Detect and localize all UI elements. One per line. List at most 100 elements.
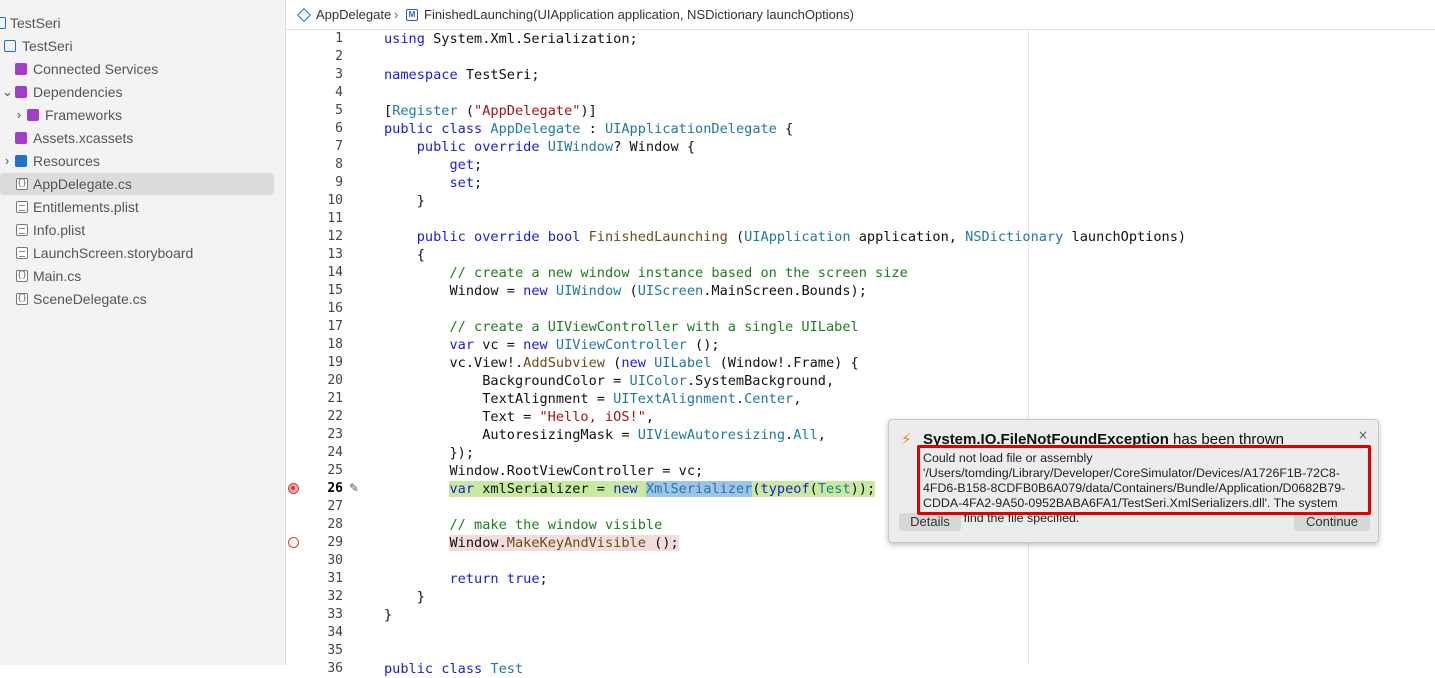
- code-line: AutoresizingMask = UIViewAutoresizing.Al…: [384, 427, 826, 443]
- line-number: 31: [327, 571, 343, 586]
- line-number: 11: [327, 211, 343, 226]
- assets-icon: [15, 132, 27, 144]
- line-number: 24: [327, 445, 343, 460]
- tree-item-info-plist[interactable]: Info.plist: [0, 219, 274, 241]
- line-number: 34: [327, 625, 343, 640]
- breadcrumb: AppDelegate › M FinishedLaunching(UIAppl…: [286, 0, 1435, 30]
- line-number: 4: [335, 85, 343, 100]
- tree-item-frameworks[interactable]: › Frameworks: [0, 104, 274, 126]
- tree-item-dependencies[interactable]: ⌄ Dependencies: [0, 81, 274, 103]
- chevron-down-icon[interactable]: ⌄: [2, 81, 13, 103]
- code-editor[interactable]: using System.Xml.Serialization; namespac…: [384, 30, 1384, 677]
- line-number: 9: [335, 175, 343, 190]
- code-file-icon: {}: [16, 178, 28, 190]
- chevron-right-icon[interactable]: ›: [2, 150, 12, 172]
- plist-file-icon: [16, 224, 28, 236]
- code-file-icon: {}: [16, 293, 28, 305]
- line-number: 18: [327, 337, 343, 352]
- storyboard-file-icon: [16, 247, 28, 259]
- code-line: Text = "Hello, iOS!",: [384, 409, 655, 425]
- line-number: 27: [327, 499, 343, 514]
- line-number: 6: [335, 121, 343, 136]
- solution-explorer: TestSeri TestSeri Connected Services ⌄ D…: [0, 0, 286, 665]
- current-statement-icon: ✎: [349, 481, 360, 495]
- line-number: 7: [335, 139, 343, 154]
- line-number: 13: [327, 247, 343, 262]
- line-number: 8: [335, 157, 343, 172]
- line-number: 28: [327, 517, 343, 532]
- code-line: var vc = new UIViewController ();: [449, 337, 720, 353]
- line-number: 3: [335, 67, 343, 82]
- project-item[interactable]: TestSeri: [0, 35, 274, 57]
- code-line: vc.View!.AddSubview (new UILabel (Window…: [384, 355, 859, 371]
- code-line: // create a UIViewController with a sing…: [449, 319, 859, 335]
- tree-item-launchscreen[interactable]: LaunchScreen.storyboard: [0, 242, 274, 264]
- details-button[interactable]: Details: [899, 513, 961, 531]
- chevron-right-icon[interactable]: ›: [14, 104, 24, 126]
- tree-item-assets[interactable]: Assets.xcassets: [0, 127, 274, 149]
- frameworks-icon: [27, 109, 39, 121]
- code-line: public override bool FinishedLaunching (…: [416, 229, 1187, 245]
- code-line: }: [384, 589, 425, 605]
- line-number: 25: [327, 463, 343, 478]
- continue-button[interactable]: Continue: [1294, 513, 1370, 531]
- code-line: }: [384, 193, 425, 209]
- plist-file-icon: [16, 201, 28, 213]
- line-number: 36: [327, 661, 343, 676]
- code-line-breakpoint: Window.MakeKeyAndVisible ();: [449, 535, 679, 551]
- exception-type: System.IO.FileNotFoundException: [923, 431, 1169, 448]
- line-number: 15: [327, 283, 343, 298]
- breadcrumb-method[interactable]: FinishedLaunching(UIApplication applicat…: [424, 7, 854, 22]
- tree-item-connected-services[interactable]: Connected Services: [0, 58, 274, 80]
- breakpoint-active-icon[interactable]: [288, 483, 299, 494]
- line-number: 21: [327, 391, 343, 406]
- code-line: Window.RootViewController = vc;: [384, 463, 704, 479]
- folder-icon: [15, 155, 27, 167]
- code-line: return true;: [449, 571, 548, 587]
- connected-services-icon: [15, 63, 27, 75]
- editor-gutter[interactable]: 1 2 3 4 5 6 7 8 9 10 11 12 13 14 15 16 17 18 19 20 21 22 23 24 2…: [286, 30, 366, 676]
- breadcrumb-class[interactable]: AppDelegate: [316, 7, 391, 22]
- close-icon[interactable]: ×: [1358, 428, 1368, 442]
- line-number: 12: [327, 229, 343, 244]
- exception-suffix: has been thrown: [1168, 431, 1284, 448]
- tree-item-appdelegate[interactable]: {} AppDelegate.cs: [0, 173, 274, 195]
- line-number: 22: [327, 409, 343, 424]
- exception-popup: ⚡ System.IO.FileNotFoundException has be…: [888, 419, 1379, 543]
- line-number: 16: [327, 301, 343, 316]
- code-line: BackgroundColor = UIColor.SystemBackgrou…: [384, 373, 835, 389]
- dependencies-icon: [15, 86, 27, 98]
- line-number: 14: [327, 265, 343, 280]
- line-number: 17: [327, 319, 343, 334]
- code-line-current: var xmlSerializer = new XmlSerializer(ty…: [449, 481, 876, 497]
- line-number: 2: [335, 49, 343, 64]
- project-icon: [4, 40, 16, 52]
- line-number: 10: [327, 193, 343, 208]
- line-number: 5: [335, 103, 343, 118]
- code-line: public class AppDelegate : UIApplication…: [384, 121, 794, 137]
- code-line: set;: [449, 175, 483, 191]
- solution-item[interactable]: TestSeri: [0, 12, 274, 34]
- tree-item-scenedelegate[interactable]: {} SceneDelegate.cs: [0, 288, 274, 310]
- breakpoint-icon[interactable]: [288, 537, 299, 548]
- line-number: 30: [327, 553, 343, 568]
- class-icon: [296, 7, 312, 23]
- code-line: }: [384, 607, 393, 623]
- code-line: [Register ("AppDelegate")]: [384, 103, 597, 119]
- code-line: {: [384, 247, 425, 263]
- tree-item-entitlements[interactable]: Entitlements.plist: [0, 196, 274, 218]
- line-number: 33: [327, 607, 343, 622]
- line-number: 19: [327, 355, 343, 370]
- line-number: 20: [327, 373, 343, 388]
- line-number: 1: [335, 31, 343, 46]
- tree-item-main-cs[interactable]: {} Main.cs: [0, 265, 274, 287]
- method-icon: M: [406, 9, 418, 21]
- code-line: public class Test: [384, 661, 524, 677]
- code-line: // make the window visible: [449, 517, 663, 533]
- code-line: // create a new window instance based on…: [449, 265, 908, 281]
- lightning-icon: ⚡: [901, 430, 912, 448]
- solution-icon: [0, 17, 6, 29]
- exception-title: System.IO.FileNotFoundException has been…: [923, 431, 1284, 448]
- tree-item-resources[interactable]: › Resources: [0, 150, 274, 172]
- code-line: get;: [449, 157, 483, 173]
